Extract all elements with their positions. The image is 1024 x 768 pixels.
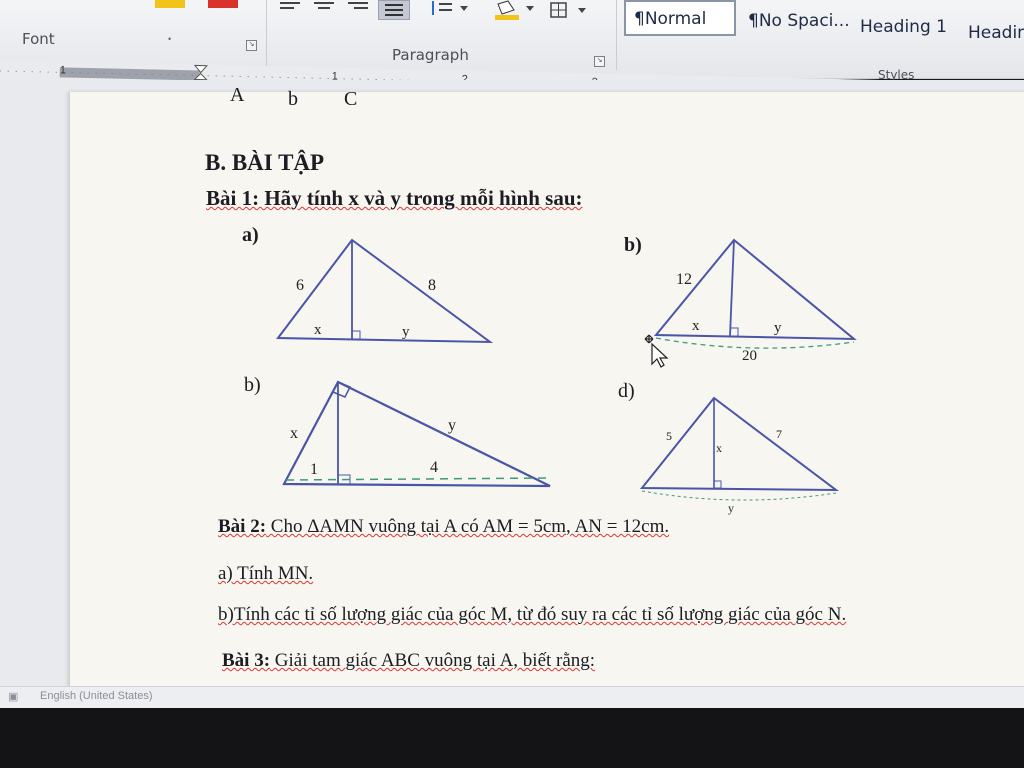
prev-label-a: A [230,84,245,106]
figure-a-triangle: 6 8 x y [276,238,494,344]
figure-b-x: x [692,318,700,334]
style-heading-2[interactable]: Headin [960,16,1024,52]
ribbon-separator [266,0,267,66]
font-dialog-launcher[interactable]: ↘ [246,40,257,51]
figure-d-height-x: x [716,441,722,455]
figure-d-side-7: 7 [776,427,782,441]
figure-c-x: x [290,425,298,442]
font-dialog-dot-icon: • [168,34,172,44]
line-spacing-icon[interactable] [428,0,474,18]
style-normal[interactable]: ¶Normal [624,0,736,36]
style-heading-1[interactable]: Heading 1 [852,10,955,46]
figure-b-triangle: 12 x y 20 [653,238,857,364]
ruler-number: 1 [59,64,67,77]
shading-icon[interactable] [492,0,542,22]
figure-b-label: b) [624,234,642,256]
bai3-line: Bài 3: Giải tam giác ABC vuông tại A, bi… [222,650,595,672]
figure-a-x: x [314,322,322,338]
bai2-line: Bài 2: Cho ΔAMN vuông tại A có AM = 5cm,… [218,516,669,538]
prev-label-b: b [288,88,298,110]
figure-d-side-5: 5 [666,429,672,443]
font-color-icon[interactable] [155,0,185,8]
prev-label-c: C [344,88,358,110]
figure-b-base-20: 20 [742,348,757,364]
figure-c-label: b) [244,374,261,396]
bai1-title: Bài 1: Hãy tính x và y trong mỗi hình sa… [206,186,583,210]
borders-icon[interactable] [548,0,592,22]
justify-icon [385,4,403,16]
figure-a-side-6: 6 [296,277,304,294]
figure-c-y: y [448,417,456,434]
style-no-spacing[interactable]: ¶No Spaci... [740,4,858,40]
bai3-text: Giải tam giác ABC vuông tại A, biết rằng… [270,650,596,671]
status-bar: ▣ English (United States) [0,686,1024,709]
figure-b-y: y [774,320,782,336]
figure-d-label: d) [618,380,635,402]
figure-d-triangle: 5 7 x y [639,396,840,515]
bai3-prefix: Bài 3: [222,650,271,671]
figure-a-y: y [402,324,410,340]
monitor-bezel [0,708,1024,768]
bai2-text: Cho ΔAMN vuông tại A có AM = 5cm, AN = 1… [266,516,670,537]
figure-a-label: a) [242,224,259,246]
mouse-cursor-icon [644,334,668,368]
paragraph-dialog-launcher[interactable]: ↘ [594,56,605,67]
font-group-label: Font [22,30,55,48]
paragraph-group-label: Paragraph [392,46,469,64]
figure-b-side-12: 12 [676,271,692,288]
bai2-prefix: Bài 2: [218,516,267,537]
ribbon-separator [616,0,617,70]
align-center-icon[interactable] [312,0,336,16]
status-language[interactable]: English (United States) [40,690,153,702]
bai2-part-a: a) Tính MN. [218,563,314,584]
highlight-color-icon[interactable] [208,0,238,8]
figure-a-side-8: 8 [428,277,436,294]
figure-c-triangle: x y 1 4 [282,380,551,488]
bai2-part-b: b)Tính các tỉ số lượng giác của góc M, t… [218,604,847,625]
align-right-icon[interactable] [346,0,370,16]
figure-d-base-y: y [728,501,734,515]
figure-c-segment-4: 4 [430,459,438,476]
macro-record-icon[interactable]: ▣ [8,690,18,703]
align-left-icon[interactable] [278,0,302,16]
figure-c-segment-1: 1 [310,461,318,478]
section-title: B. BÀI TẬP [205,150,325,175]
justify-button[interactable] [378,0,410,20]
